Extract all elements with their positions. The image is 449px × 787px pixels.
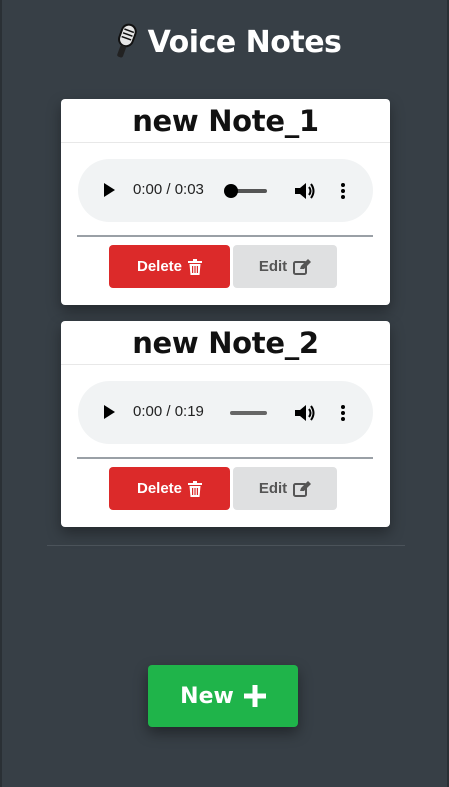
delete-button[interactable]: Delete [109, 245, 230, 288]
audio-time: 0:00 / 0:19 [133, 403, 204, 420]
delete-label: Delete [136, 258, 183, 275]
delete-label: Delete [136, 480, 183, 497]
play-icon[interactable] [104, 183, 115, 197]
edit-label: Edit [258, 480, 288, 497]
audio-progress-slider[interactable] [224, 184, 267, 198]
edit-button[interactable]: Edit [233, 467, 337, 510]
edit-icon [293, 258, 312, 275]
more-options-icon[interactable] [340, 181, 346, 201]
plus-icon [243, 685, 266, 707]
app-header: Voice Notes [2, 22, 447, 62]
more-options-icon[interactable] [340, 403, 346, 423]
new-label: New [180, 683, 234, 709]
edit-button[interactable]: Edit [233, 245, 337, 288]
play-icon[interactable] [104, 405, 115, 419]
app-title: Voice Notes [147, 24, 342, 60]
trash-icon [188, 258, 203, 275]
edit-icon [293, 480, 312, 497]
audio-player[interactable]: 0:00 / 0:19 [78, 381, 373, 444]
slider-thumb[interactable] [224, 184, 238, 198]
volume-icon[interactable] [294, 403, 316, 423]
note-title: new Note_1 [61, 99, 390, 143]
trash-icon [188, 480, 203, 497]
audio-time: 0:00 / 0:03 [133, 181, 204, 198]
edit-label: Edit [258, 258, 288, 275]
note-card: new Note_1 0:00 / 0:03 Delete Edit [61, 99, 390, 305]
divider [77, 457, 373, 459]
note-card: new Note_2 0:00 / 0:19 Delete Edit [61, 321, 390, 527]
delete-button[interactable]: Delete [109, 467, 230, 510]
volume-icon[interactable] [294, 181, 316, 201]
audio-progress-slider[interactable] [230, 411, 267, 415]
microphone-icon [116, 23, 137, 58]
new-note-button[interactable]: New [148, 665, 298, 727]
note-title: new Note_2 [61, 321, 390, 365]
divider [77, 235, 373, 237]
audio-player[interactable]: 0:00 / 0:03 [78, 159, 373, 222]
section-divider [47, 545, 405, 546]
